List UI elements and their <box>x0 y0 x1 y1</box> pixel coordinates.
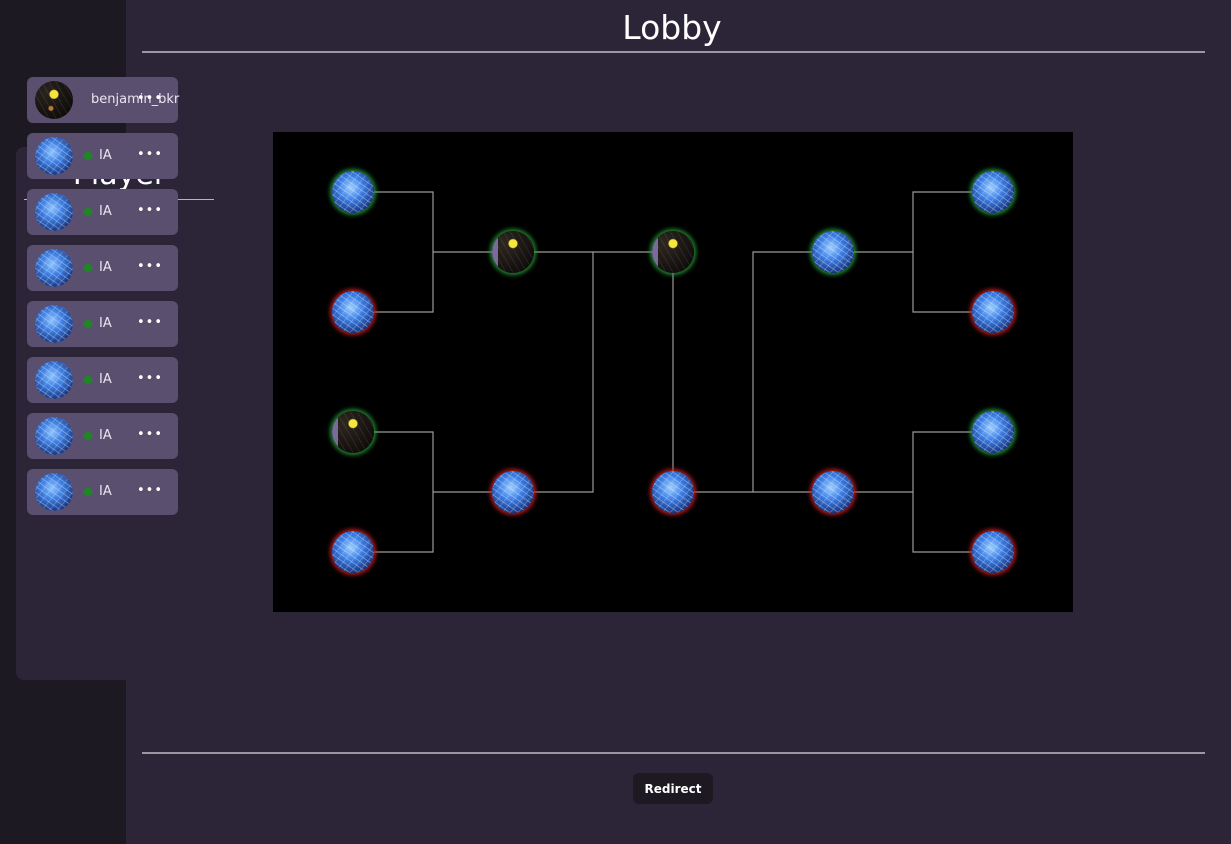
footer-divider <box>142 752 1205 754</box>
bracket-player-avatar <box>812 471 854 513</box>
bracket-player-avatar <box>332 411 374 453</box>
online-status-dot <box>84 376 92 384</box>
bracket-player-avatar <box>812 231 854 273</box>
ellipsis-icon[interactable]: ••• <box>137 260 163 274</box>
ai-avatar <box>35 305 73 343</box>
player-name: IA <box>99 372 112 387</box>
ai-avatar <box>35 361 73 399</box>
online-status-dot <box>84 208 92 216</box>
bracket-player-avatar <box>972 171 1014 213</box>
player-name: IA <box>99 316 112 331</box>
ai-avatar <box>35 473 73 511</box>
ai-avatar <box>35 249 73 287</box>
bracket-player-avatar <box>972 531 1014 573</box>
ai-avatar <box>35 417 73 455</box>
user-avatar <box>35 81 73 119</box>
online-status-dot <box>84 488 92 496</box>
bracket-lines <box>373 191 973 553</box>
player-name: IA <box>99 428 112 443</box>
ellipsis-icon[interactable]: ••• <box>137 148 163 162</box>
online-status-dot <box>84 320 92 328</box>
player-name: benjamin_bkr <box>91 92 180 107</box>
bracket-player-avatar <box>492 471 534 513</box>
player-list: benjamin_bkr ••• IA ••• IA ••• IA ••• IA… <box>27 77 180 525</box>
player-card[interactable]: IA ••• <box>27 413 178 459</box>
bracket-player-avatar <box>492 231 534 273</box>
page-title: Lobby <box>622 8 722 47</box>
ellipsis-icon[interactable]: ••• <box>137 204 163 218</box>
bracket-player-avatar <box>332 531 374 573</box>
ellipsis-icon[interactable]: ••• <box>137 372 163 386</box>
bracket-player-avatar <box>972 411 1014 453</box>
player-card[interactable]: IA ••• <box>27 245 178 291</box>
player-name: IA <box>99 260 112 275</box>
player-name: IA <box>99 148 112 163</box>
bracket-player-avatar <box>972 291 1014 333</box>
ellipsis-icon[interactable]: ••• <box>137 484 163 498</box>
player-name: IA <box>99 204 112 219</box>
ellipsis-icon[interactable]: ••• <box>137 92 163 106</box>
player-card[interactable]: IA ••• <box>27 469 178 515</box>
bracket-finalist-avatar <box>652 471 694 513</box>
player-card[interactable]: IA ••• <box>27 357 178 403</box>
redirect-button[interactable]: Redirect <box>633 773 713 804</box>
bracket-finalist-avatar <box>652 231 694 273</box>
ellipsis-icon[interactable]: ••• <box>137 428 163 442</box>
online-status-dot <box>84 432 92 440</box>
player-name: IA <box>99 484 112 499</box>
online-status-dot <box>84 264 92 272</box>
bracket-player-avatar <box>332 291 374 333</box>
player-card[interactable]: benjamin_bkr ••• <box>27 77 180 123</box>
ai-avatar <box>35 137 73 175</box>
title-divider <box>142 51 1205 53</box>
ai-avatar <box>35 193 73 231</box>
player-card[interactable]: IA ••• <box>27 301 178 347</box>
online-status-dot <box>84 152 92 160</box>
ellipsis-icon[interactable]: ••• <box>137 316 163 330</box>
player-card[interactable]: IA ••• <box>27 133 178 179</box>
tournament-bracket <box>273 132 1073 612</box>
player-card[interactable]: IA ••• <box>27 189 178 235</box>
bracket-player-avatar <box>332 171 374 213</box>
